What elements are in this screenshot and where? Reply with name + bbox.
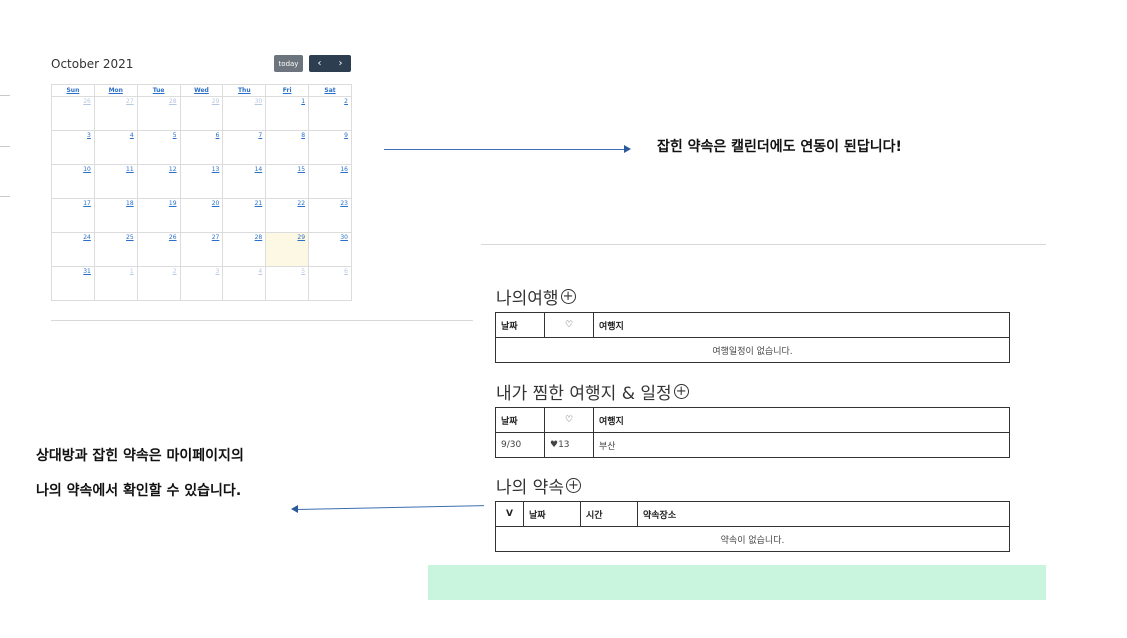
empty-message: 약속이 없습니다. — [495, 526, 1010, 552]
weekday-header: Wed — [179, 84, 224, 97]
calendar-day[interactable]: 23 — [308, 198, 352, 233]
calendar-day[interactable]: 3 — [179, 266, 224, 301]
today-button[interactable]: today — [274, 55, 303, 72]
add-circle-icon[interactable]: + — [560, 289, 576, 304]
column-header: 날짜 — [495, 312, 545, 338]
calendar-day[interactable]: 6 — [308, 266, 352, 301]
calendar-day[interactable]: 2 — [136, 266, 181, 301]
calendar-day[interactable]: 1 — [93, 266, 138, 301]
mypage-note-line2: 나의 약속에서 확인할 수 있습니다. — [36, 483, 242, 499]
calendar-day[interactable]: 28 — [222, 232, 267, 267]
add-circle-icon[interactable]: + — [673, 384, 689, 399]
calendar-day[interactable]: 18 — [93, 198, 138, 233]
calendar-day-today[interactable]: 29 — [265, 232, 310, 267]
my-appointments-table: V 날짜 시간 약속장소 약속이 없습니다. — [495, 501, 1010, 552]
calendar-day[interactable]: 4 — [222, 266, 267, 301]
calendar-day[interactable]: 6 — [179, 130, 224, 165]
calendar-day[interactable]: 19 — [136, 198, 181, 233]
calendar-day[interactable]: 7 — [222, 130, 267, 165]
calendar-day[interactable]: 14 — [222, 164, 267, 199]
calendar-day[interactable]: 20 — [179, 198, 224, 233]
calendar-day[interactable]: 8 — [265, 130, 310, 165]
trip-likes: ♥13 — [544, 432, 594, 458]
calendar-day[interactable]: 22 — [265, 198, 310, 233]
footer-bar — [428, 565, 1046, 600]
calendar-day[interactable]: 10 — [51, 164, 95, 199]
table-row[interactable]: 9/30 ♥13 부산 — [495, 432, 1010, 458]
calendar-title: October 2021 — [51, 57, 134, 71]
column-header: 약속장소 — [637, 501, 1010, 527]
heart-icon: ♡ — [544, 407, 594, 433]
heart-icon: ♡ — [544, 312, 594, 338]
my-trips-table: 날짜 ♡ 여행지 여행일정이 없습니다. — [495, 312, 1010, 363]
trip-place[interactable]: 부산 — [593, 432, 1010, 458]
section-divider — [51, 320, 473, 321]
my-trips-title-text: 나의여행 — [496, 289, 559, 309]
weekday-header: Thu — [222, 84, 267, 97]
trip-date: 9/30 — [495, 432, 545, 458]
annotation-arrow — [296, 505, 484, 510]
weekday-header: Fri — [265, 84, 310, 97]
calendar-day[interactable]: 30 — [308, 232, 352, 267]
weekday-header: Sun — [51, 84, 95, 97]
section-divider — [481, 244, 1046, 245]
annotation-arrow — [384, 149, 624, 150]
calendar-day[interactable]: 26 — [136, 232, 181, 267]
column-header: 날짜 — [495, 407, 545, 433]
calendar-day[interactable]: 25 — [93, 232, 138, 267]
next-month-button[interactable]: › — [330, 55, 351, 72]
chevron-left-icon: ‹ — [317, 58, 322, 69]
arrow-left-icon — [291, 505, 298, 513]
chevron-right-icon: › — [338, 58, 343, 69]
calendar-day[interactable]: 15 — [265, 164, 310, 199]
weekday-header: Tue — [136, 84, 181, 97]
add-circle-icon[interactable]: + — [565, 478, 581, 493]
calendar-day[interactable]: 28 — [136, 96, 181, 131]
weekday-header: Mon — [93, 84, 138, 97]
edge-divider — [0, 196, 10, 197]
calendar-day[interactable]: 4 — [93, 130, 138, 165]
liked-trips-title-text: 내가 찜한 여행지 & 일정 — [496, 384, 672, 404]
calendar-day[interactable]: 5 — [136, 130, 181, 165]
calendar-day[interactable]: 1 — [265, 96, 310, 131]
calendar-grid: Sun Mon Tue Wed Thu Fri Sat 26 27 28 29 … — [51, 84, 352, 301]
my-trips-title: 나의여행 + — [496, 284, 576, 309]
column-header: 날짜 — [523, 501, 581, 527]
calendar-day[interactable]: 26 — [51, 96, 95, 131]
calendar-day[interactable]: 27 — [93, 96, 138, 131]
my-appointments-title-text: 나의 약속 — [496, 478, 564, 498]
calendar-day[interactable]: 27 — [179, 232, 224, 267]
column-header: V — [495, 501, 524, 527]
arrow-right-icon — [624, 145, 631, 153]
liked-trips-title: 내가 찜한 여행지 & 일정 + — [496, 379, 689, 404]
mypage-note-line1: 상대방과 잡힌 약속은 마이페이지의 — [36, 448, 244, 464]
calendar-day[interactable]: 9 — [308, 130, 352, 165]
empty-message: 여행일정이 없습니다. — [495, 337, 1010, 363]
weekday-header: Sat — [308, 84, 352, 97]
calendar-day[interactable]: 31 — [51, 266, 95, 301]
column-header: 시간 — [580, 501, 638, 527]
liked-trips-table: 날짜 ♡ 여행지 9/30 ♥13 부산 — [495, 407, 1010, 458]
calendar-day[interactable]: 13 — [179, 164, 224, 199]
my-appointments-title: 나의 약속 + — [496, 473, 581, 498]
edge-divider — [0, 146, 10, 147]
calendar-day[interactable]: 16 — [308, 164, 352, 199]
calendar-day[interactable]: 12 — [136, 164, 181, 199]
edge-divider — [0, 95, 10, 96]
prev-month-button[interactable]: ‹ — [309, 55, 330, 72]
column-header: 여행지 — [593, 312, 1010, 338]
column-header: 여행지 — [593, 407, 1010, 433]
calendar-day[interactable]: 2 — [308, 96, 352, 131]
calendar-sync-note: 잡힌 약속은 캘린더에도 연동이 된답니다! — [657, 139, 902, 155]
calendar-day[interactable]: 11 — [93, 164, 138, 199]
calendar-day[interactable]: 29 — [179, 96, 224, 131]
calendar-day[interactable]: 3 — [51, 130, 95, 165]
calendar-day[interactable]: 21 — [222, 198, 267, 233]
calendar-day[interactable]: 5 — [265, 266, 310, 301]
calendar-day[interactable]: 24 — [51, 232, 95, 267]
calendar-day[interactable]: 30 — [222, 96, 267, 131]
calendar-day[interactable]: 17 — [51, 198, 95, 233]
